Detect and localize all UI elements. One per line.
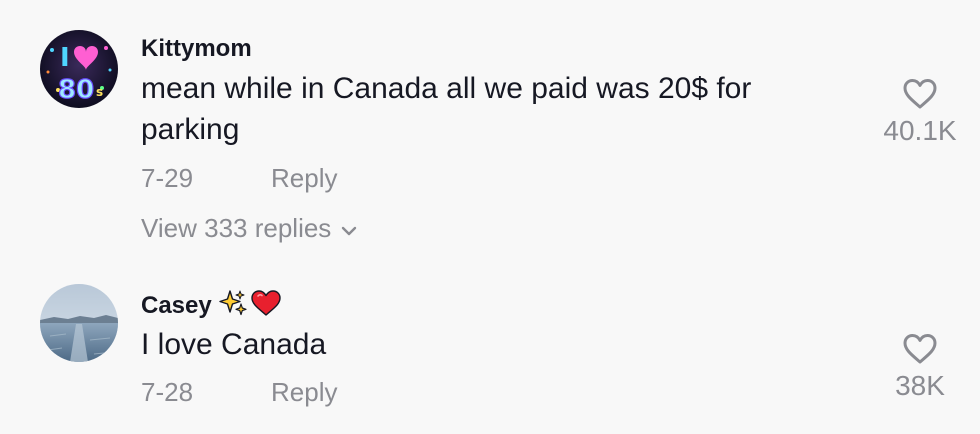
comment-text: I love Canada xyxy=(141,328,327,361)
like-count: 40.1K xyxy=(883,115,957,146)
red-heart-icon xyxy=(250,289,282,325)
reply-button[interactable]: Reply xyxy=(271,162,337,194)
view-replies-button[interactable]: View 333 replies xyxy=(141,211,357,244)
avatar[interactable]: I 80 s xyxy=(40,30,118,108)
like-button[interactable]: 38K xyxy=(860,333,980,403)
comment-item: I 80 s Kittymom mean while in Canada all… xyxy=(0,0,980,260)
comment-username[interactable]: Kittymom xyxy=(141,34,252,64)
svg-text:I: I xyxy=(60,43,70,73)
like-count: 38K xyxy=(895,370,945,401)
comment-username[interactable]: Casey xyxy=(141,289,282,325)
like-button[interactable]: 40.1K xyxy=(860,78,980,148)
heart-outline-icon xyxy=(903,79,937,109)
heart-outline-icon xyxy=(903,334,937,364)
i-love-80s-avatar-icon: I 80 s xyxy=(40,30,118,108)
comment-date: 7-29 xyxy=(141,163,194,193)
svg-text:s: s xyxy=(96,85,103,99)
avatar[interactable] xyxy=(40,284,118,362)
reply-button[interactable]: Reply xyxy=(271,376,337,408)
comment-date: 7-28 xyxy=(141,377,194,407)
username-label: Casey xyxy=(141,292,212,319)
comment-item: Casey I love Canada 7-28 Reply 38K xyxy=(0,260,980,434)
chevron-down-icon xyxy=(341,211,357,243)
sparkles-icon xyxy=(218,289,248,325)
frozen-lake-avatar-icon xyxy=(40,284,118,362)
svg-text:80: 80 xyxy=(58,75,94,105)
comment-text: mean while in Canada all we paid was 20$… xyxy=(141,72,752,146)
view-replies-label: View 333 replies xyxy=(141,213,332,243)
